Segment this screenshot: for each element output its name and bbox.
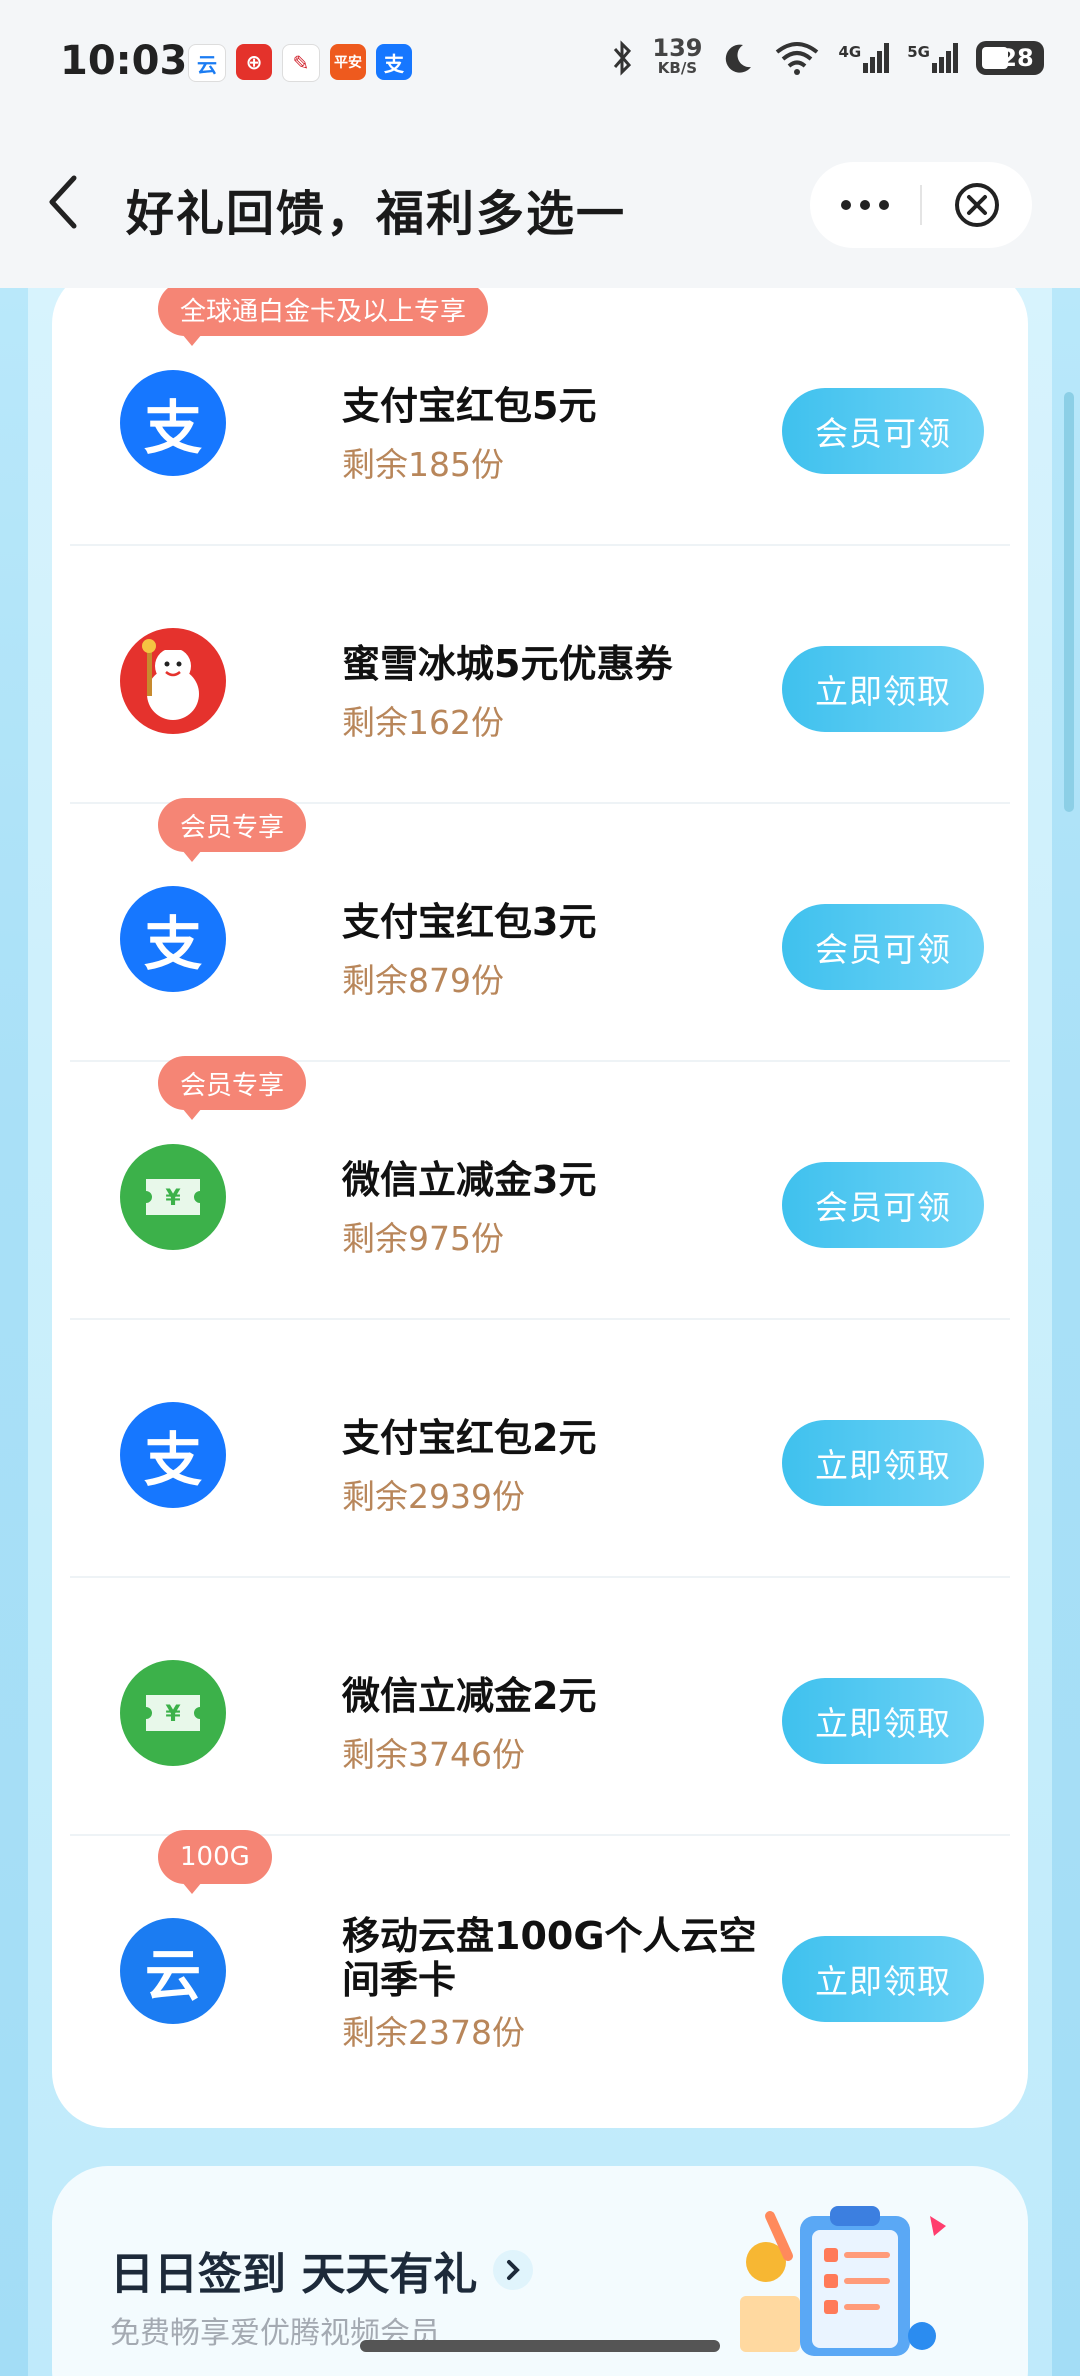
reward-title: 支付宝红包5元	[342, 384, 597, 428]
reward-title: 微信立减金2元	[342, 1674, 597, 1718]
content-area: 全球通白金卡及以上专享 支 支付宝红包5元 剩余185份 会员可领 蜜雪冰城5元…	[0, 288, 1080, 2376]
home-indicator[interactable]	[360, 2340, 720, 2352]
close-circle-icon	[955, 183, 999, 227]
network-speed-value: 139	[652, 34, 703, 62]
close-button[interactable]	[922, 162, 1032, 248]
signal-5g-label: 5G	[907, 43, 930, 61]
reward-remaining: 剩余879份	[342, 961, 504, 1000]
claim-button[interactable]: 立即领取	[782, 646, 984, 732]
claim-button[interactable]: 会员可领	[782, 388, 984, 474]
reward-remaining: 剩余975份	[342, 1219, 504, 1258]
reward-badge: 会员专享	[158, 1056, 307, 1120]
chevron-right-icon[interactable]	[493, 2250, 534, 2290]
pingan-bank-icon: 平安	[330, 44, 366, 80]
alipay-icon: 支	[120, 1402, 226, 1508]
network-speed-unit: KB/S	[657, 59, 698, 77]
reward-title: 支付宝红包2元	[342, 1416, 597, 1460]
reward-title: 蜜雪冰城5元优惠券	[342, 642, 673, 686]
signin-illustration-icon	[740, 2206, 946, 2356]
reward-item: 100G 云 移动云盘100G个人云空间季卡 剩余2378份 立即领取	[52, 1830, 1028, 2106]
system-icons: 139 KB/S 4G 5G 28	[612, 34, 1044, 78]
reward-title: 移动云盘100G个人云空间季卡	[342, 1914, 757, 2002]
signin-title: 日日签到 天天有礼	[110, 2249, 478, 2300]
reward-badge: 会员专享	[158, 798, 307, 862]
network-speed: 139 KB/S	[652, 34, 703, 78]
battery-level: 28	[1000, 44, 1034, 72]
wechat-coupon-icon: ¥	[120, 1660, 226, 1766]
moon-icon	[725, 44, 751, 73]
back-arrow-icon[interactable]	[44, 172, 84, 232]
nav-bar: 好礼回馈，福利多选一	[0, 128, 1080, 288]
wifi-icon	[775, 42, 818, 75]
cloud-icon: 云	[188, 44, 226, 82]
reward-badge: 全球通白金卡及以上专享	[158, 288, 489, 346]
reward-remaining: 剩余185份	[342, 445, 504, 484]
mixue-icon	[120, 628, 226, 734]
signin-title-row: 日日签到 天天有礼	[110, 2238, 534, 2302]
reward-title: 支付宝红包3元	[342, 900, 597, 944]
page-title: 好礼回馈，福利多选一	[126, 186, 627, 242]
reward-item: 全球通白金卡及以上专享 支 支付宝红包5元 剩余185份 会员可领	[52, 288, 1028, 546]
status-time: 10:03	[60, 38, 188, 84]
alipay-icon: 支	[120, 370, 226, 476]
signal-4g-icon: 4G	[839, 43, 890, 73]
claim-button[interactable]: 立即领取	[782, 1678, 984, 1764]
reward-remaining: 剩余2378份	[342, 2013, 525, 2052]
reward-item: 会员专享 ¥ 微信立减金3元 剩余975份 会员可领	[52, 1056, 1028, 1320]
bluetooth-icon	[614, 40, 632, 76]
mini-program-capsule	[810, 162, 1032, 248]
claim-button[interactable]: 立即领取	[782, 1936, 984, 2022]
svg-text:¥: ¥	[165, 1702, 181, 1727]
notification-icons: 云 ⊕ ✎ 平安 支	[188, 44, 412, 82]
reward-title: 微信立减金3元	[342, 1158, 597, 1202]
alipay-icon: 支	[376, 44, 412, 80]
reward-item: 蜜雪冰城5元优惠券 剩余162份 立即领取	[52, 546, 1028, 804]
claim-button[interactable]: 立即领取	[782, 1420, 984, 1506]
battery-icon: 28	[976, 41, 1044, 75]
signal-4g-label: 4G	[838, 43, 862, 61]
alipay-icon: 支	[120, 886, 226, 992]
signal-5g-icon: 5G	[907, 43, 958, 73]
app-icon: ✎	[282, 44, 320, 82]
reward-remaining: 剩余162份	[342, 703, 504, 742]
reward-badge: 100G	[158, 1830, 272, 1894]
reward-item: 会员专享 支 支付宝红包3元 剩余879份 会员可领	[52, 798, 1028, 1062]
reward-item: ¥ 微信立减金2元 剩余3746份 立即领取	[52, 1578, 1028, 1836]
rewards-card: 全球通白金卡及以上专享 支 支付宝红包5元 剩余185份 会员可领 蜜雪冰城5元…	[52, 288, 1028, 2128]
cloud-drive-icon: 云	[120, 1918, 226, 2024]
svg-text:¥: ¥	[165, 1186, 181, 1211]
more-button[interactable]	[810, 162, 920, 248]
status-bar: 10:03 云 ⊕ ✎ 平安 支 139 KB/S 4G 5G 28	[0, 0, 1080, 128]
claim-button[interactable]: 会员可领	[782, 904, 984, 990]
lottery-icon: ⊕	[236, 44, 272, 80]
scrollbar[interactable]	[1064, 392, 1074, 812]
wechat-coupon-icon: ¥	[120, 1144, 226, 1250]
claim-button[interactable]: 会员可领	[782, 1162, 984, 1248]
reward-remaining: 剩余3746份	[342, 1735, 525, 1774]
more-dots-icon	[841, 200, 889, 210]
reward-remaining: 剩余2939份	[342, 1477, 525, 1516]
reward-item: 支 支付宝红包2元 剩余2939份 立即领取	[52, 1320, 1028, 1578]
